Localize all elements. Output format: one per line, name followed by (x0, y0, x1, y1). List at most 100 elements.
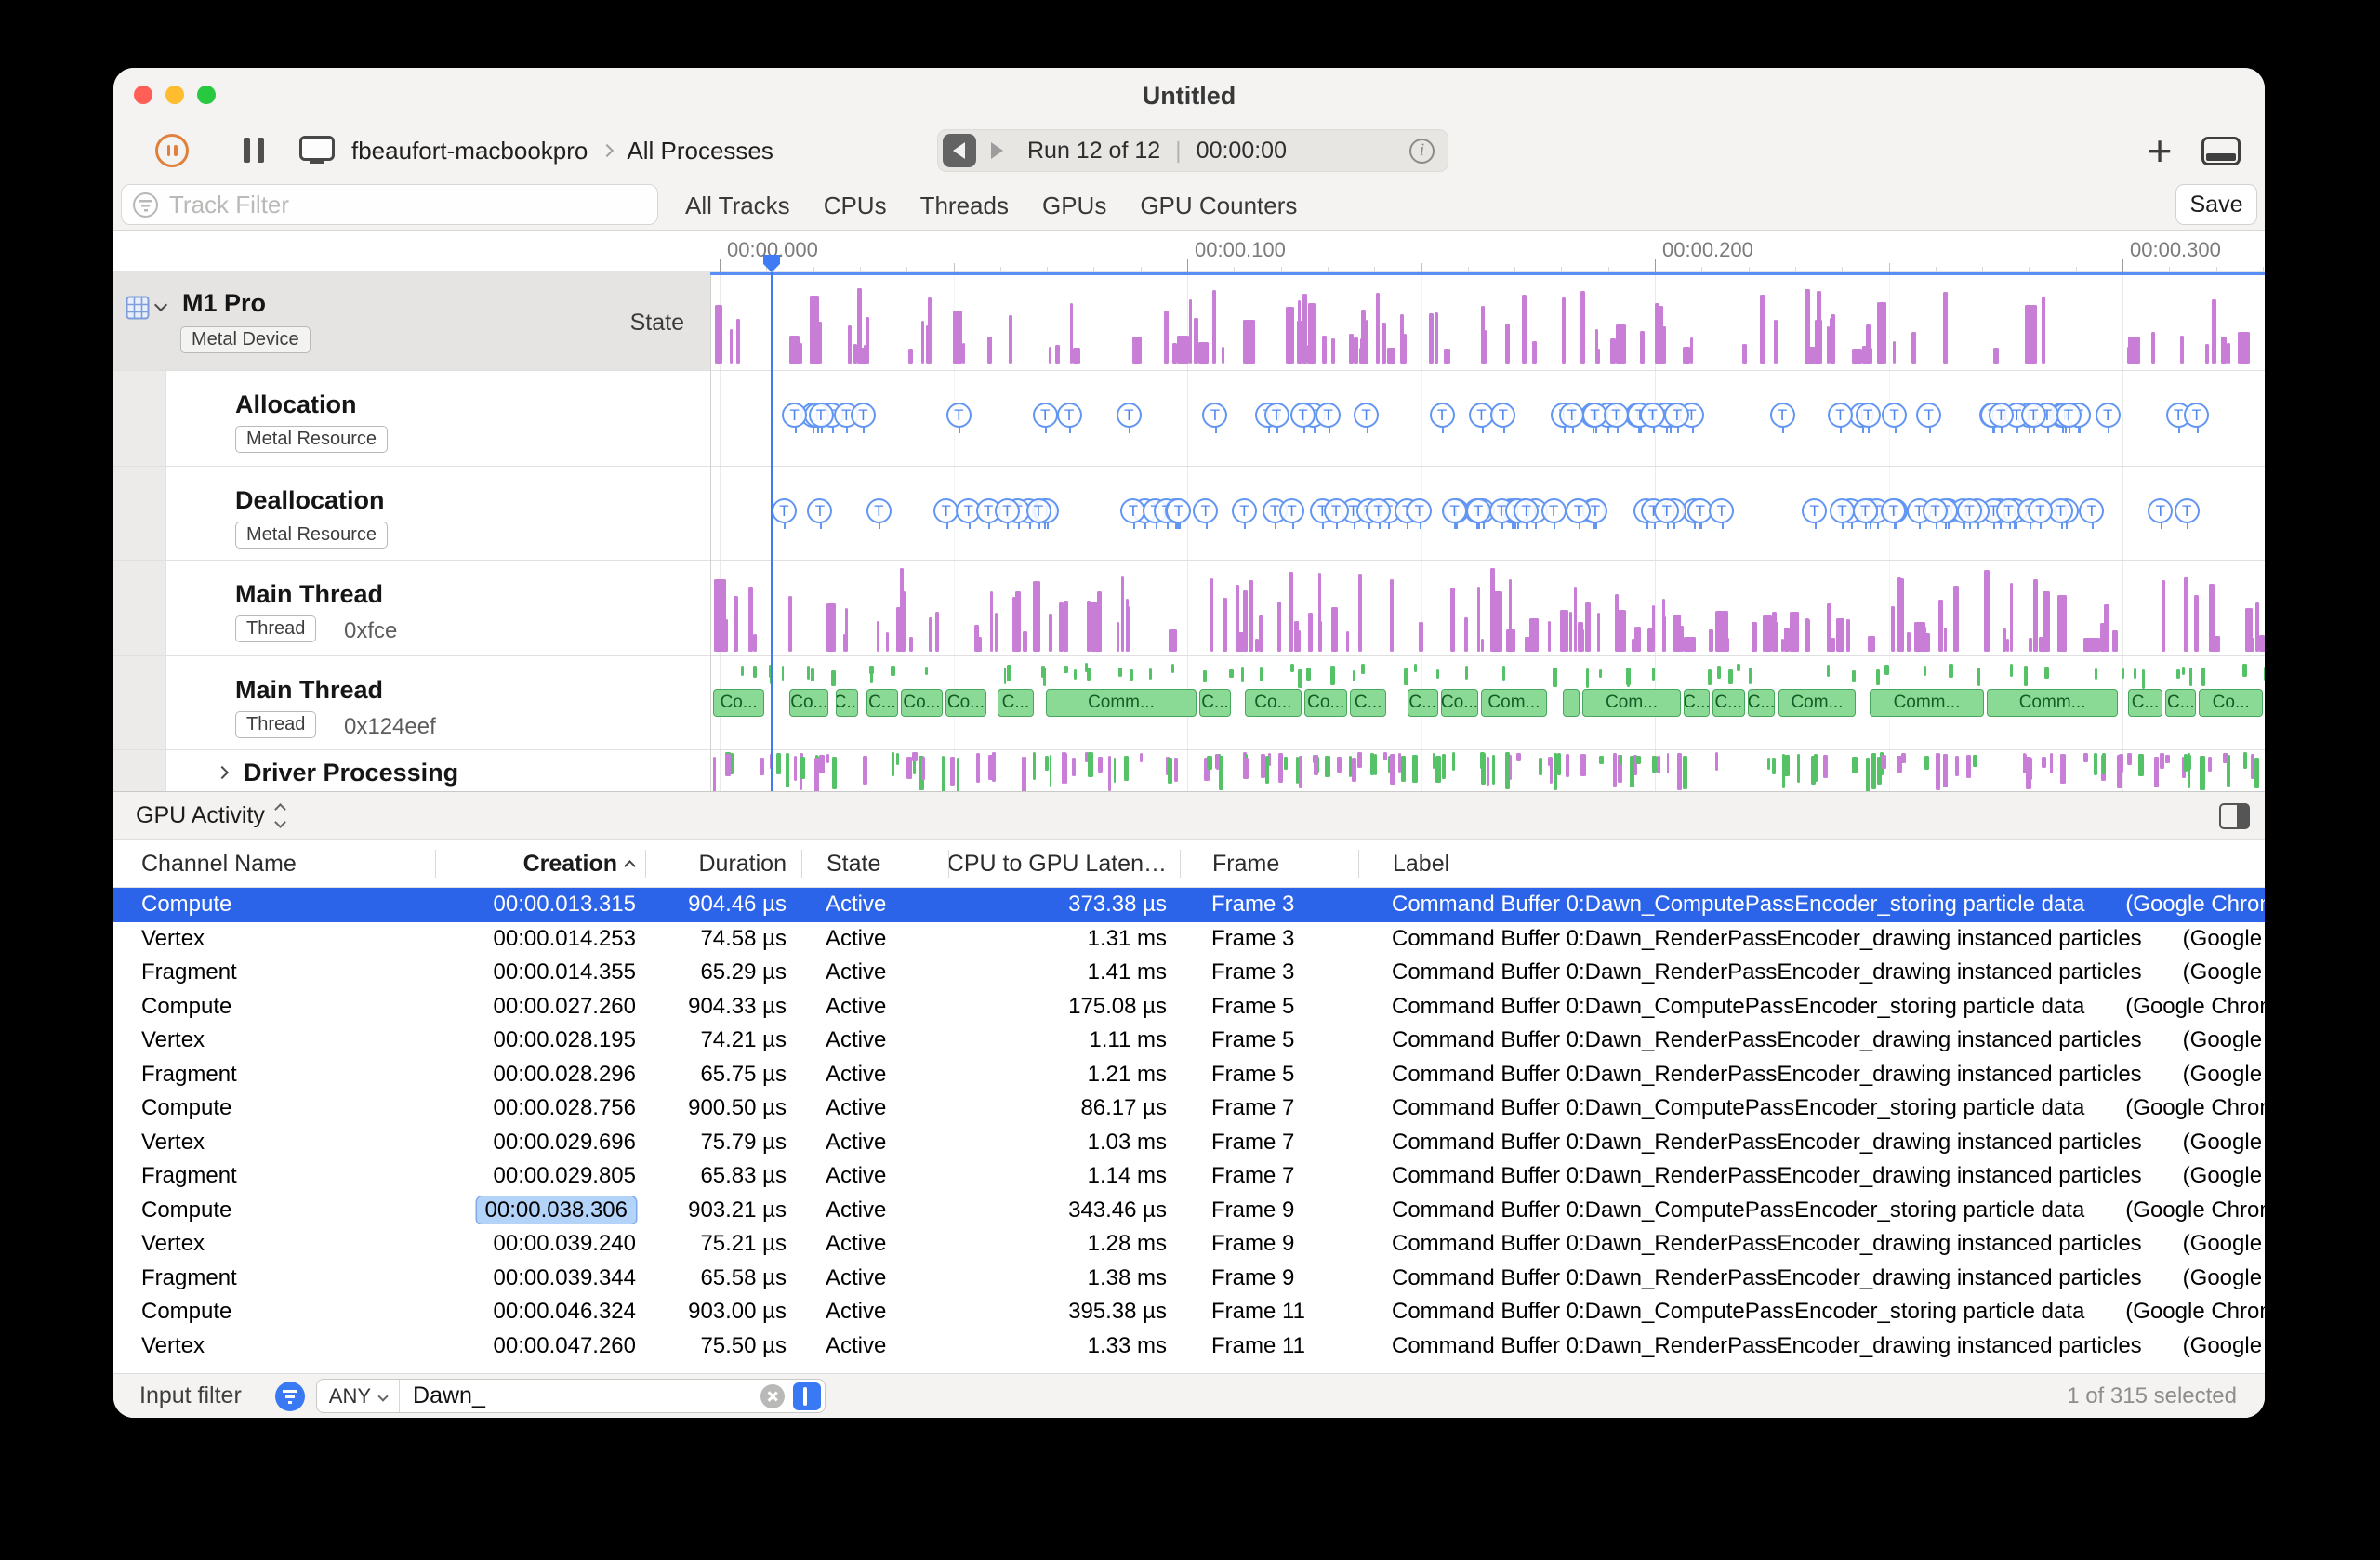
track-name-deallocation[interactable]: Deallocation (235, 486, 385, 515)
resource-event-marker[interactable]: T (850, 403, 876, 433)
tab-gpu-counters[interactable]: GPU Counters (1140, 192, 1297, 220)
ruler-timeline[interactable]: 00:00.000 00:00.100 00:00.200 00:00.300 (710, 231, 2265, 272)
resource-event-marker[interactable]: T (1116, 403, 1142, 433)
command-block[interactable]: Co... (789, 689, 829, 717)
resource-event-marker[interactable]: T (2095, 403, 2121, 433)
resource-event-marker[interactable]: T (808, 403, 834, 433)
detail-view-selector[interactable]: GPU Activity (136, 802, 286, 829)
track-name-driver-processing[interactable]: Driver Processing (244, 759, 458, 787)
command-block[interactable]: Co... (713, 689, 765, 717)
playhead-line[interactable] (771, 272, 774, 791)
resource-event-marker[interactable]: T (933, 498, 959, 529)
command-block[interactable]: C... (1199, 689, 1231, 717)
previous-run-button[interactable] (943, 134, 976, 167)
command-block[interactable]: Co... (1440, 689, 1479, 717)
target-scope[interactable]: All Processes (627, 137, 774, 165)
filter-field[interactable]: ANY (315, 1379, 826, 1413)
table-row[interactable]: Vertex 00:00.028.195 74.21 µs Active 1.1… (113, 1024, 2265, 1058)
resource-event-marker[interactable]: T (2056, 403, 2082, 433)
resource-event-marker[interactable]: T (866, 498, 892, 529)
resource-event-marker[interactable]: T (1025, 498, 1051, 529)
table-row[interactable]: Compute 00:00.038.306 903.21 µs Active 3… (113, 1194, 2265, 1228)
resource-event-marker[interactable]: T (1827, 403, 1853, 433)
expand-driver-chevron-icon[interactable] (215, 765, 230, 780)
command-block[interactable]: Comm... (1045, 689, 1197, 717)
resource-event-marker[interactable]: T (1354, 403, 1380, 433)
table-row[interactable]: Vertex 00:00.047.260 75.50 µs Active 1.3… (113, 1329, 2265, 1364)
track-filter-input[interactable] (167, 189, 646, 220)
filter-token-icon[interactable] (792, 1382, 821, 1410)
command-block[interactable]: Co... (1304, 689, 1348, 717)
column-state[interactable]: State (801, 850, 948, 878)
resource-event-marker[interactable]: T (1855, 403, 1881, 433)
resource-event-marker[interactable]: T (2027, 498, 2053, 529)
command-block[interactable]: C... (1350, 689, 1387, 717)
add-instrument-button[interactable]: + (2133, 123, 2187, 178)
command-block[interactable]: C... (997, 689, 1035, 717)
resource-event-marker[interactable]: T (1923, 498, 1949, 529)
resource-event-marker[interactable]: T (1231, 498, 1257, 529)
resource-event-marker[interactable]: T (1290, 403, 1316, 433)
column-creation[interactable]: Creation (435, 850, 645, 878)
command-block[interactable] (1563, 689, 1580, 717)
info-icon[interactable]: i (1409, 138, 1435, 164)
save-button[interactable]: Save (2175, 184, 2257, 225)
command-block[interactable]: Co... (945, 689, 986, 717)
table-row[interactable]: Fragment 00:00.039.344 65.58 µs Active 1… (113, 1262, 2265, 1296)
command-block[interactable]: C... (1712, 689, 1745, 717)
tab-all-tracks[interactable]: All Tracks (685, 192, 790, 220)
resource-event-marker[interactable]: T (807, 498, 833, 529)
command-block[interactable]: C... (1407, 689, 1438, 717)
resource-event-marker[interactable]: T (2148, 498, 2174, 529)
resource-event-marker[interactable]: T (2184, 403, 2210, 433)
table-row[interactable]: Fragment 00:00.028.296 65.75 µs Active 1… (113, 1058, 2265, 1092)
resource-event-marker[interactable]: T (1882, 403, 1908, 433)
table-row[interactable]: Fragment 00:00.029.805 65.83 µs Active 1… (113, 1159, 2265, 1194)
resource-event-marker[interactable]: T (1514, 498, 1540, 529)
column-duration[interactable]: Duration (645, 850, 801, 878)
column-label[interactable]: Label (1358, 850, 2265, 878)
resource-event-marker[interactable]: T (1441, 498, 1467, 529)
command-block[interactable]: Comm... (1870, 689, 1984, 717)
table-row[interactable]: Fragment 00:00.014.355 65.29 µs Active 1… (113, 956, 2265, 990)
resource-event-marker[interactable]: T (1323, 498, 1349, 529)
resource-event-marker[interactable]: T (1640, 403, 1666, 433)
column-latency[interactable]: CPU to GPU Laten… (948, 850, 1180, 878)
resource-event-marker[interactable]: T (1769, 403, 1795, 433)
command-block[interactable]: Co... (900, 689, 944, 717)
resource-event-marker[interactable]: T (1032, 403, 1058, 433)
resource-event-marker[interactable]: T (1279, 498, 1305, 529)
table-row[interactable]: Compute 00:00.027.260 904.33 µs Active 1… (113, 990, 2265, 1025)
toggle-detail-view-button[interactable] (2202, 137, 2241, 165)
table-row[interactable]: Vertex 00:00.014.253 74.58 µs Active 1.3… (113, 922, 2265, 957)
command-block[interactable]: Com... (1582, 689, 1681, 717)
resource-event-marker[interactable]: T (1881, 498, 1907, 529)
command-block[interactable]: C... (2127, 689, 2163, 717)
command-block[interactable]: Com... (1481, 689, 1547, 717)
resource-event-marker[interactable]: T (1429, 403, 1455, 433)
resource-event-marker[interactable]: T (1316, 403, 1342, 433)
target-breadcrumb[interactable]: fbeaufort-macbookpro All Processes (351, 121, 774, 180)
inspector-toggle-icon[interactable] (2219, 803, 2250, 829)
resource-event-marker[interactable]: T (2079, 498, 2105, 529)
next-run-button[interactable] (979, 134, 1012, 167)
command-block[interactable]: C... (836, 689, 859, 717)
track-name-main-thread-2[interactable]: Main Thread (235, 676, 383, 705)
track-name-main-thread-1[interactable]: Main Thread (235, 580, 383, 609)
resource-event-marker[interactable]: T (945, 403, 972, 433)
timeline-canvas[interactable]: TTTTTTTTTTTTTTTTTTTTTTTTTTTTTTTTTTTTTTTT… (710, 272, 2265, 791)
resource-event-marker[interactable]: T (1709, 498, 1735, 529)
table-row[interactable]: Vertex 00:00.029.696 75.79 µs Active 1.0… (113, 1126, 2265, 1160)
resource-event-marker[interactable]: T (1366, 498, 1392, 529)
command-block[interactable]: C... (2165, 689, 2197, 717)
resource-event-marker[interactable]: T (1202, 403, 1228, 433)
column-channel-name[interactable]: Channel Name (113, 850, 435, 878)
resource-event-marker[interactable]: T (1604, 403, 1629, 433)
command-block[interactable]: C... (866, 689, 898, 717)
resource-event-marker[interactable]: T (2174, 498, 2200, 529)
resource-event-marker[interactable]: T (1465, 498, 1491, 529)
filter-query-input[interactable] (400, 1382, 760, 1410)
clear-filter-icon[interactable] (760, 1383, 785, 1408)
tab-gpus[interactable]: GPUs (1042, 192, 1106, 220)
column-frame[interactable]: Frame (1180, 850, 1358, 878)
